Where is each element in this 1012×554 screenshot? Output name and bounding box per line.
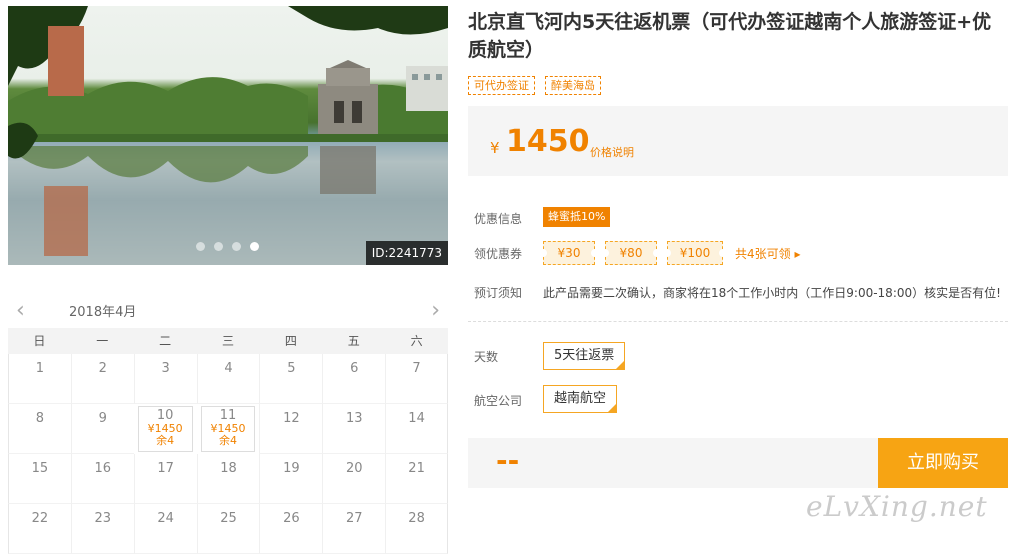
weekday-label: 二 — [159, 334, 172, 348]
calendar-weekdays: 日一二三四五六 — [8, 328, 448, 354]
price-note-link[interactable]: 价格说明 — [590, 144, 634, 160]
weekday-label: 四 — [284, 334, 297, 348]
calendar-day: 28 — [385, 504, 448, 554]
days-option-text: 5天往返票 — [554, 348, 615, 363]
airline-label: 航空公司 — [474, 394, 523, 408]
day-stock: 余4 — [156, 434, 175, 447]
coupon-label: 领优惠券 — [474, 247, 523, 261]
hanoi-lake-photo — [8, 6, 448, 265]
coupon-button[interactable]: ¥100 — [663, 241, 727, 265]
calendar-day-available[interactable]: 10 ¥1450 余4 — [137, 406, 193, 452]
chevron-right-icon[interactable]: › — [431, 298, 440, 323]
booking-label: 预订须知 — [474, 286, 523, 300]
calendar-month: 2018年4月 — [69, 305, 137, 320]
chevron-left-icon[interactable]: ‹ — [16, 298, 25, 323]
purchase-bar: -- 立即购买 — [468, 438, 1008, 488]
product-tags: 可代办签证 醉美海岛 — [468, 76, 601, 95]
calendar-day: 22 — [8, 504, 71, 554]
day-number: 10 — [156, 408, 174, 423]
selected-corner-icon — [607, 403, 618, 413]
airline-option-selected[interactable]: 越南航空 — [543, 385, 618, 413]
weekday-label: 一 — [96, 334, 109, 348]
calendar-day: 24 — [133, 504, 197, 554]
calendar-day: 25 — [196, 504, 260, 554]
calendar-day-available[interactable]: 11 ¥1450 余4 — [200, 406, 256, 452]
discount-badge: 蜂蜜抵10% — [543, 207, 611, 227]
calendar-day: 21 — [385, 454, 448, 504]
buy-now-button[interactable]: 立即购买 — [878, 438, 1008, 488]
calendar-day: 26 — [259, 504, 323, 554]
day-number: 11 — [219, 408, 237, 423]
carousel-dot[interactable] — [214, 242, 223, 251]
carousel-dot-active[interactable] — [250, 242, 259, 251]
product-title: 北京直飞河内5天往返机票（可代办签证越南个人旅游签证+优质航空） — [468, 11, 992, 61]
date-calendar: ‹ 2018年4月 › 日一二三四五六 1 2 3 4 5 6 7 8 9 10 ¥1450 余4 11… — [8, 292, 448, 554]
calendar-day: 9 — [70, 404, 134, 454]
day-stock: 余4 — [218, 434, 237, 447]
product-tag: 醉美海岛 — [545, 76, 601, 95]
price-amount: 1450 — [506, 124, 590, 159]
calendar-day: 1 — [8, 354, 71, 404]
carousel-dot[interactable] — [232, 242, 241, 251]
promo-label: 优惠信息 — [474, 212, 523, 226]
calendar-day: 20 — [322, 454, 386, 504]
days-option-selected[interactable]: 5天往返票 — [543, 342, 626, 370]
booking-note: 此产品需要二次确认，商家将在18个工作小时内（工作日9:00-18:00）核实是… — [543, 286, 1001, 300]
calendar-day: 15 — [8, 454, 71, 504]
calendar-day: 6 — [322, 354, 386, 404]
watermark: eLvXing.net — [806, 490, 988, 523]
carousel-dot[interactable] — [196, 242, 205, 251]
calendar-grid: 1 2 3 4 5 6 7 8 9 10 ¥1450 余4 11 ¥1450 余4 12 13 14 15 16 17 1… — [8, 354, 448, 554]
price-box: ¥ 1450 价格说明 — [468, 106, 1008, 176]
carousel-dots — [196, 242, 259, 251]
calendar-day: 14 — [385, 404, 448, 454]
calendar-day: 12 — [259, 404, 323, 454]
calendar-header: ‹ 2018年4月 › — [8, 292, 448, 328]
calendar-day: 3 — [133, 354, 197, 404]
calendar-day: 18 — [196, 454, 260, 504]
weekday-label: 六 — [410, 334, 423, 348]
calendar-day: 13 — [322, 404, 386, 454]
price-currency: ¥ — [490, 139, 500, 157]
coupon-list: ¥30 ¥80 ¥100 共4张可领 ▸ — [539, 241, 800, 265]
calendar-day: 4 — [196, 354, 260, 404]
calendar-day: 17 — [133, 454, 197, 504]
coupon-button[interactable]: ¥80 — [601, 241, 661, 265]
calendar-day: 2 — [70, 354, 134, 404]
selected-corner-icon — [615, 360, 626, 370]
calendar-day: 19 — [259, 454, 323, 504]
divider — [468, 321, 1008, 322]
weekday-label: 五 — [347, 334, 360, 348]
hero-image[interactable]: ID:2241773 — [8, 6, 448, 265]
image-id-badge: ID:2241773 — [365, 241, 448, 265]
product-tag: 可代办签证 — [468, 76, 535, 95]
coupon-button[interactable]: ¥30 — [539, 241, 599, 265]
coupon-more-link[interactable]: 共4张可领 ▸ — [735, 245, 800, 262]
calendar-day: 27 — [322, 504, 386, 554]
weekday-label: 三 — [221, 334, 234, 348]
calendar-day: 5 — [259, 354, 323, 404]
days-label: 天数 — [474, 350, 499, 364]
calendar-day: 8 — [8, 404, 71, 454]
airline-option-text: 越南航空 — [554, 391, 607, 406]
calendar-day: 23 — [70, 504, 134, 554]
calendar-day: 7 — [385, 354, 448, 404]
total-price: -- — [496, 444, 520, 477]
weekday-label: 日 — [33, 334, 46, 348]
calendar-day: 16 — [70, 454, 134, 504]
